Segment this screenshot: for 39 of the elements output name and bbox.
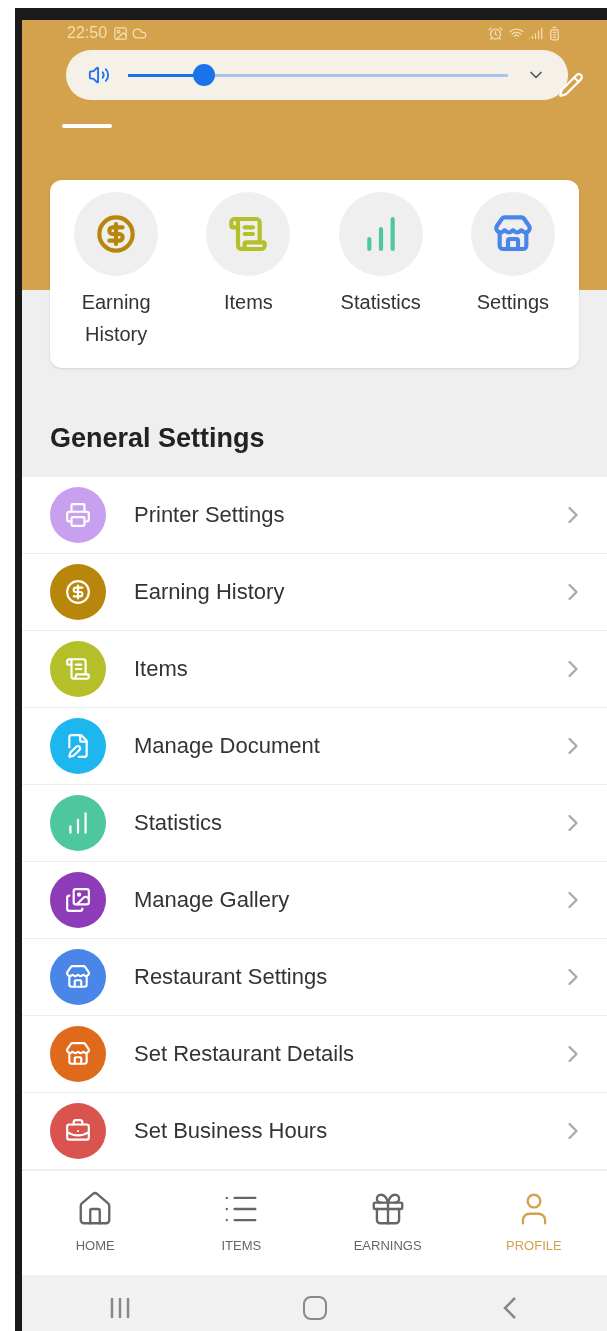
section-title: General Settings (49, 422, 266, 455)
settings-row[interactable]: Manage Document (22, 707, 607, 785)
signal-icon (528, 25, 543, 41)
quick-action-label: Statistics (339, 290, 422, 315)
nav-tab[interactable]: EARNINGS (314, 1170, 461, 1275)
image-icon (113, 25, 129, 41)
settings-row[interactable]: Earning History (22, 553, 607, 631)
cloud-icon (132, 25, 148, 41)
settings-row[interactable]: Restaurant Settings (22, 938, 607, 1016)
settings-label: Statistics (134, 809, 224, 837)
settings-label: Printer Settings (134, 501, 286, 529)
back-icon[interactable] (501, 1294, 518, 1321)
wifi-icon (509, 25, 524, 41)
settings-label: Earning History (134, 578, 286, 606)
handle-bar (62, 124, 112, 128)
volume-icon[interactable] (88, 64, 110, 86)
settings-label: Items (134, 655, 189, 683)
settings-row[interactable]: Manage Gallery (22, 861, 607, 939)
settings-label: Restaurant Settings (134, 963, 329, 991)
home-button[interactable] (302, 1295, 327, 1320)
settings-row[interactable]: Printer Settings (22, 476, 607, 554)
settings-label: Manage Gallery (134, 886, 291, 914)
nav-tab[interactable]: ITEMS (168, 1170, 315, 1275)
settings-row[interactable]: Set Business Hours (22, 1092, 607, 1170)
settings-label: Set Restaurant Details (134, 1040, 356, 1068)
alarm-icon (488, 25, 503, 41)
settings-label: Manage Document (134, 732, 321, 760)
status-time: 22:50 (67, 23, 108, 43)
quick-action-label: Settings (475, 290, 550, 315)
quick-action-label: Items (222, 290, 274, 315)
settings-row[interactable]: Set Restaurant Details (22, 1015, 607, 1093)
settings-row[interactable]: Items (22, 630, 607, 708)
volume-thumb[interactable] (193, 63, 215, 86)
battery-icon (547, 25, 562, 41)
quick-action-label: Earning History (80, 290, 152, 347)
nav-tab[interactable]: HOME (22, 1170, 169, 1275)
settings-row[interactable]: Statistics (22, 784, 607, 862)
settings-label: Set Business Hours (134, 1117, 329, 1145)
edit-icon[interactable] (558, 72, 584, 98)
